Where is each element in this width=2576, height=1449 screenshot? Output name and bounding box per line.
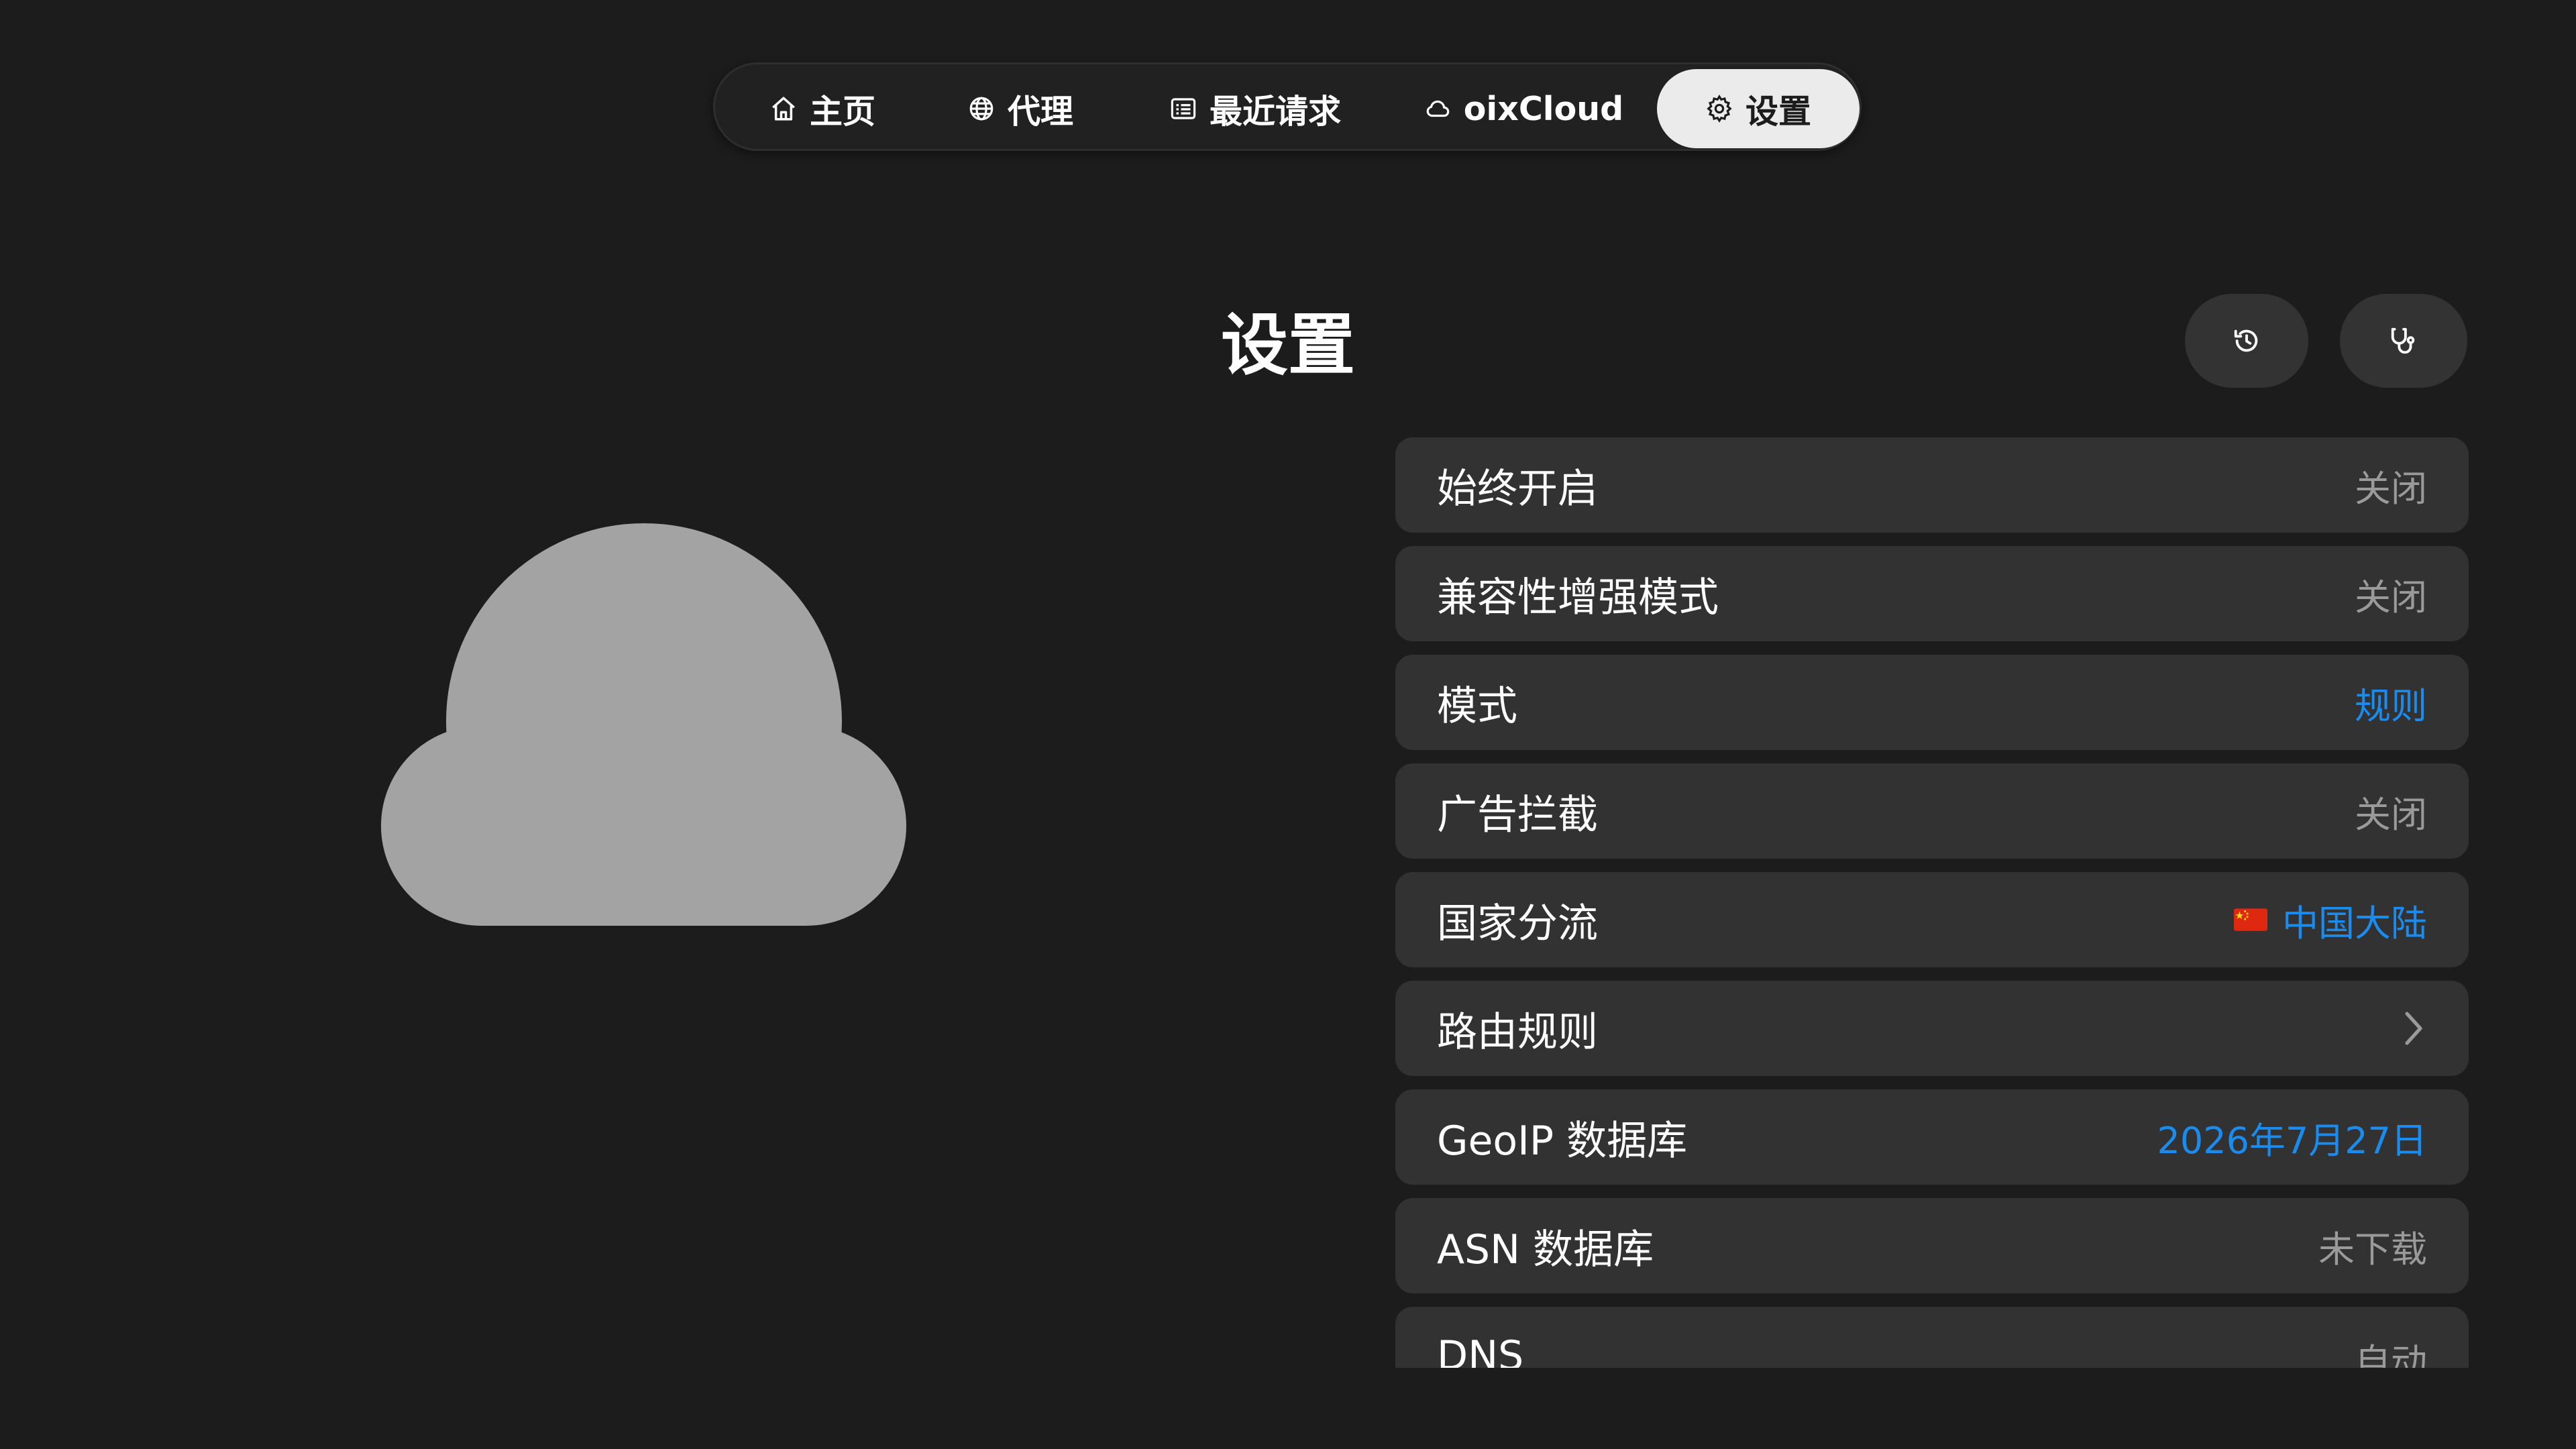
tab-proxy[interactable]: 代理 <box>953 69 1087 148</box>
setting-value: 关闭 <box>2355 576 2427 619</box>
setting-value: 关闭 <box>2355 793 2427 836</box>
gear-icon <box>1707 95 1732 123</box>
setting-value: 关闭 <box>2355 467 2427 510</box>
setting-value: 2026年7月27日 <box>2157 1119 2428 1162</box>
setting-mode[interactable]: 模式 规则 <box>1395 655 2469 750</box>
setting-geoip-db[interactable]: GeoIP 数据库 2026年7月27日 <box>1395 1089 2469 1185</box>
tab-recent-requests[interactable]: 最近请求 <box>1144 69 1366 148</box>
tab-settings[interactable]: 设置 <box>1657 69 1860 148</box>
setting-label: DNS <box>1437 1332 1524 1368</box>
setting-label: 始终开启 <box>1437 465 1598 513</box>
setting-ad-block[interactable]: 广告拦截 关闭 <box>1395 763 2469 859</box>
setting-value: 自动 <box>2355 1341 2427 1368</box>
setting-country-routing[interactable]: 国家分流 中国大陆 <box>1395 872 2469 967</box>
setting-compat-mode[interactable]: 兼容性增强模式 关闭 <box>1395 546 2469 641</box>
chevron-right-icon <box>2405 1012 2422 1045</box>
setting-label: 国家分流 <box>1437 900 1598 947</box>
globe-icon <box>969 97 994 121</box>
tab-recent-label: 最近请求 <box>1209 92 1341 131</box>
setting-label: 模式 <box>1437 682 1517 730</box>
tab-oixcloud[interactable]: oixCloud <box>1419 69 1627 148</box>
home-icon <box>772 97 795 121</box>
cloud-icon <box>1426 100 1450 117</box>
china-flag-icon <box>2234 908 2267 931</box>
setting-label: ASN 数据库 <box>1437 1226 1654 1273</box>
list-icon <box>1171 98 1196 119</box>
setting-value-group: 中国大陆 <box>2234 894 2427 947</box>
history-icon <box>2234 329 2258 352</box>
stethoscope-icon <box>2391 327 2415 354</box>
tab-home[interactable]: 主页 <box>755 69 890 148</box>
diagnose-button[interactable] <box>2340 294 2467 388</box>
setting-asn-db[interactable]: ASN 数据库 未下载 <box>1395 1198 2469 1293</box>
setting-dns[interactable]: DNS 自动 <box>1395 1307 2469 1368</box>
setting-always-on[interactable]: 始终开启 关闭 <box>1395 437 2469 533</box>
setting-label: 路由规则 <box>1437 1008 1598 1056</box>
tab-home-label: 主页 <box>809 92 875 131</box>
settings-list: 始终开启 关闭 兼容性增强模式 关闭 模式 规则 广告拦截 关闭 国家分流 中国… <box>1395 437 2469 1368</box>
tab-oixcloud-label: oixCloud <box>1463 89 1624 128</box>
setting-value: 未下载 <box>2318 1228 2427 1271</box>
cloud-illustration <box>381 523 906 926</box>
setting-value: 中国大陆 <box>2282 902 2427 945</box>
setting-routing-rules[interactable]: 路由规则 <box>1395 981 2469 1076</box>
setting-label: 兼容性增强模式 <box>1437 574 1719 621</box>
top-tab-bar: 主页 代理 最近请求 oixCloud 设置 <box>713 62 1862 151</box>
page-title: 设置 <box>1221 306 1355 384</box>
history-button[interactable] <box>2185 294 2308 388</box>
setting-label: GeoIP 数据库 <box>1437 1117 1688 1165</box>
tab-proxy-label: 代理 <box>1007 92 1073 131</box>
setting-label: 广告拦截 <box>1437 791 1598 839</box>
setting-value: 规则 <box>2355 684 2427 727</box>
tab-settings-label: 设置 <box>1745 92 1811 131</box>
